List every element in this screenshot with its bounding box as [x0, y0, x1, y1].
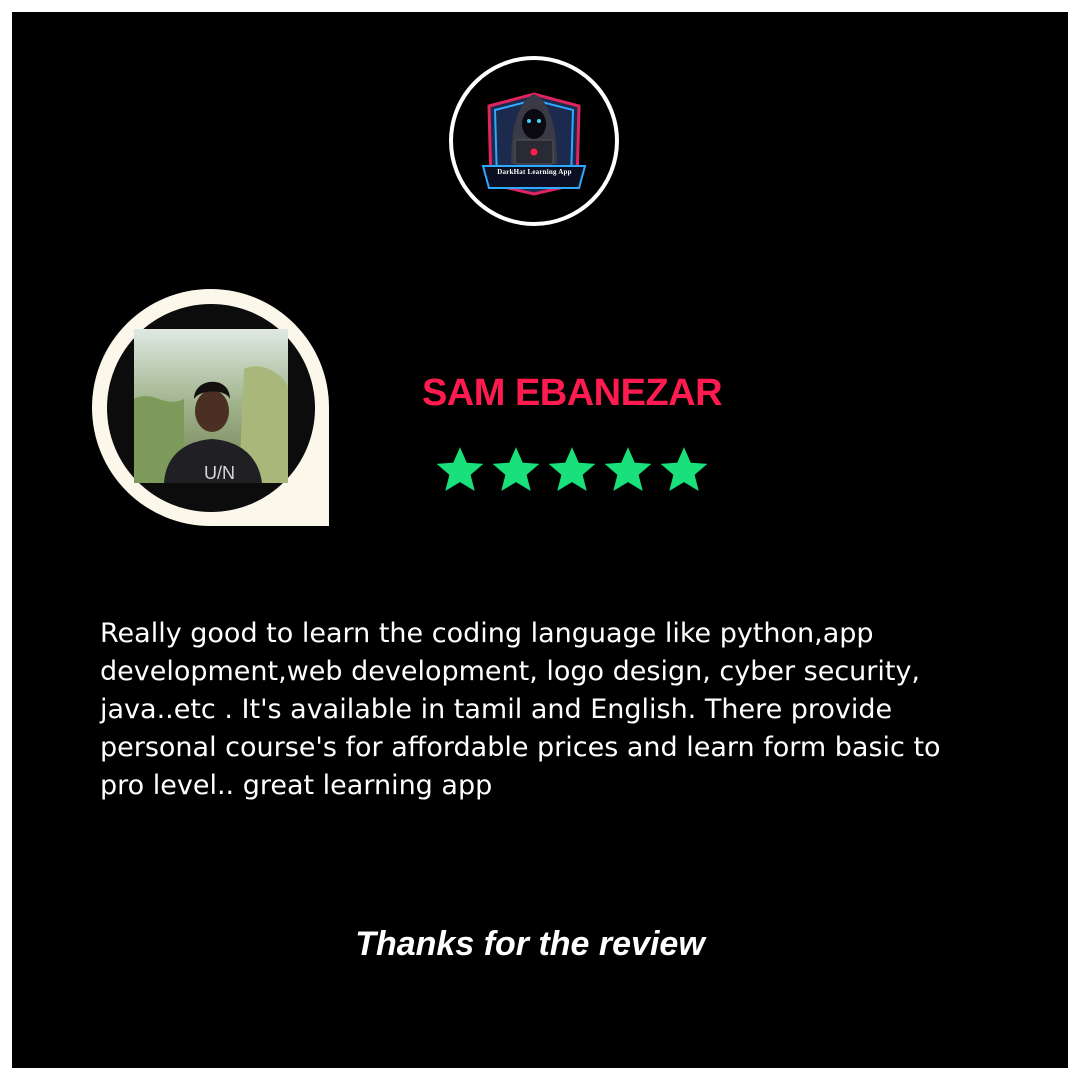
reviewer-name: SAM EBANEZAR — [421, 372, 723, 414]
star-icon — [660, 447, 708, 492]
star-icon — [604, 447, 652, 492]
logo-caption: DarkHat Learning App — [497, 168, 572, 176]
star-icon — [436, 447, 484, 492]
star-rating — [434, 440, 710, 500]
star-icon — [548, 447, 596, 492]
shirt-print: U/N — [204, 463, 235, 483]
star-icon — [492, 447, 540, 492]
review-text: Really good to learn the coding language… — [100, 618, 941, 801]
thanks-message: Thanks for the review — [355, 925, 705, 963]
app-logo: DarkHat Learning App — [449, 56, 619, 226]
avatar: U/N — [134, 329, 288, 483]
hooded-hacker-icon — [481, 92, 587, 196]
